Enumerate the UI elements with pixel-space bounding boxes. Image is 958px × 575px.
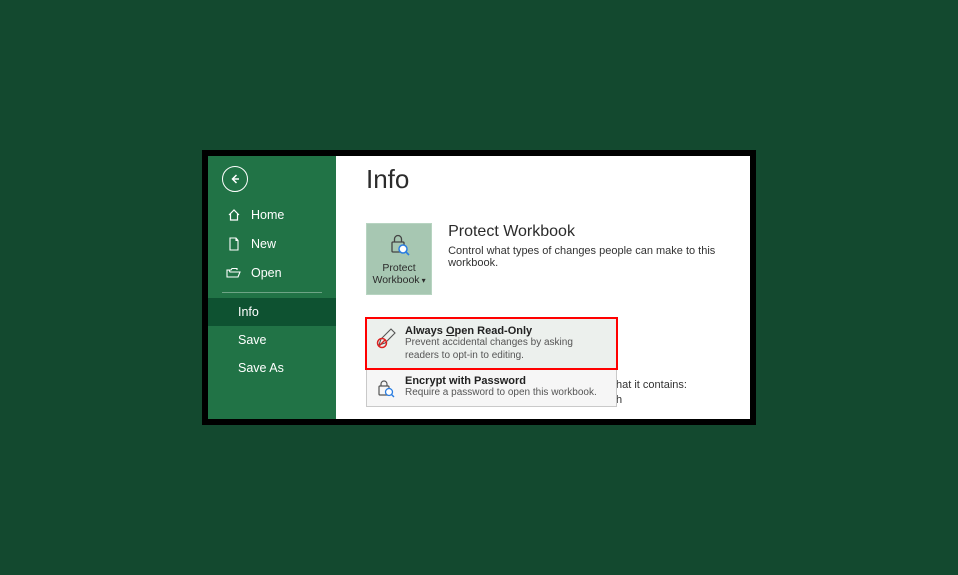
- screenshot-frame: Home New Open Info Save: [202, 150, 756, 425]
- excel-backstage: Home New Open Info Save: [208, 156, 750, 419]
- sidebar-item-save[interactable]: Save: [208, 326, 336, 354]
- protect-workbook-section: Protect Workbook▾ Protect Workbook Contr…: [366, 223, 750, 295]
- open-folder-icon: [226, 265, 241, 280]
- sidebar-item-home[interactable]: Home: [208, 200, 336, 229]
- new-file-icon: [226, 236, 241, 251]
- menu-item-encrypt-with-password[interactable]: Encrypt with Password Require a password…: [367, 368, 616, 406]
- back-arrow-icon: [229, 173, 241, 185]
- menu-item-title: Encrypt with Password: [405, 375, 597, 387]
- sidebar-item-label: Save As: [238, 361, 284, 375]
- sidebar-item-label: Open: [251, 266, 282, 280]
- sidebar-item-label: Home: [251, 208, 284, 222]
- lock-search-icon: [387, 232, 411, 259]
- protect-workbook-button[interactable]: Protect Workbook▾: [366, 223, 432, 295]
- menu-item-desc: Require a password to open this workbook…: [405, 387, 597, 400]
- menu-item-desc: Prevent accidental changes by asking rea…: [405, 337, 608, 362]
- back-button[interactable]: [222, 166, 248, 192]
- pencil-no-icon: [375, 327, 397, 349]
- protect-heading: Protect Workbook: [448, 223, 750, 241]
- obscured-background-text: hat it contains: h: [616, 378, 687, 409]
- protect-button-label-1: Protect: [382, 262, 415, 274]
- sidebar-divider: [222, 292, 322, 293]
- sidebar-item-info[interactable]: Info: [208, 298, 336, 326]
- sidebar-item-label: Info: [238, 305, 259, 319]
- menu-item-always-open-read-only[interactable]: Always Open Read-Only Prevent accidental…: [365, 317, 618, 370]
- protect-button-label-2: Workbook: [372, 274, 419, 286]
- backstage-content: Info Protect Workbook▾: [336, 156, 750, 419]
- sidebar-item-open[interactable]: Open: [208, 258, 336, 287]
- home-icon: [226, 207, 241, 222]
- sidebar-item-label: Save: [238, 333, 267, 347]
- protect-workbook-dropdown: Always Open Read-Only Prevent accidental…: [366, 319, 617, 407]
- sidebar-item-new[interactable]: New: [208, 229, 336, 258]
- sidebar-item-label: New: [251, 237, 276, 251]
- backstage-sidebar: Home New Open Info Save: [208, 156, 336, 419]
- lock-search-icon: [375, 377, 397, 399]
- protect-workbook-text: Protect Workbook Control what types of c…: [448, 223, 750, 269]
- menu-item-title: Always Open Read-Only: [405, 325, 608, 337]
- chevron-down-icon: ▾: [422, 276, 426, 285]
- sidebar-item-save-as[interactable]: Save As: [208, 354, 336, 382]
- page-title: Info: [366, 164, 750, 195]
- protect-description: Control what types of changes people can…: [448, 245, 750, 269]
